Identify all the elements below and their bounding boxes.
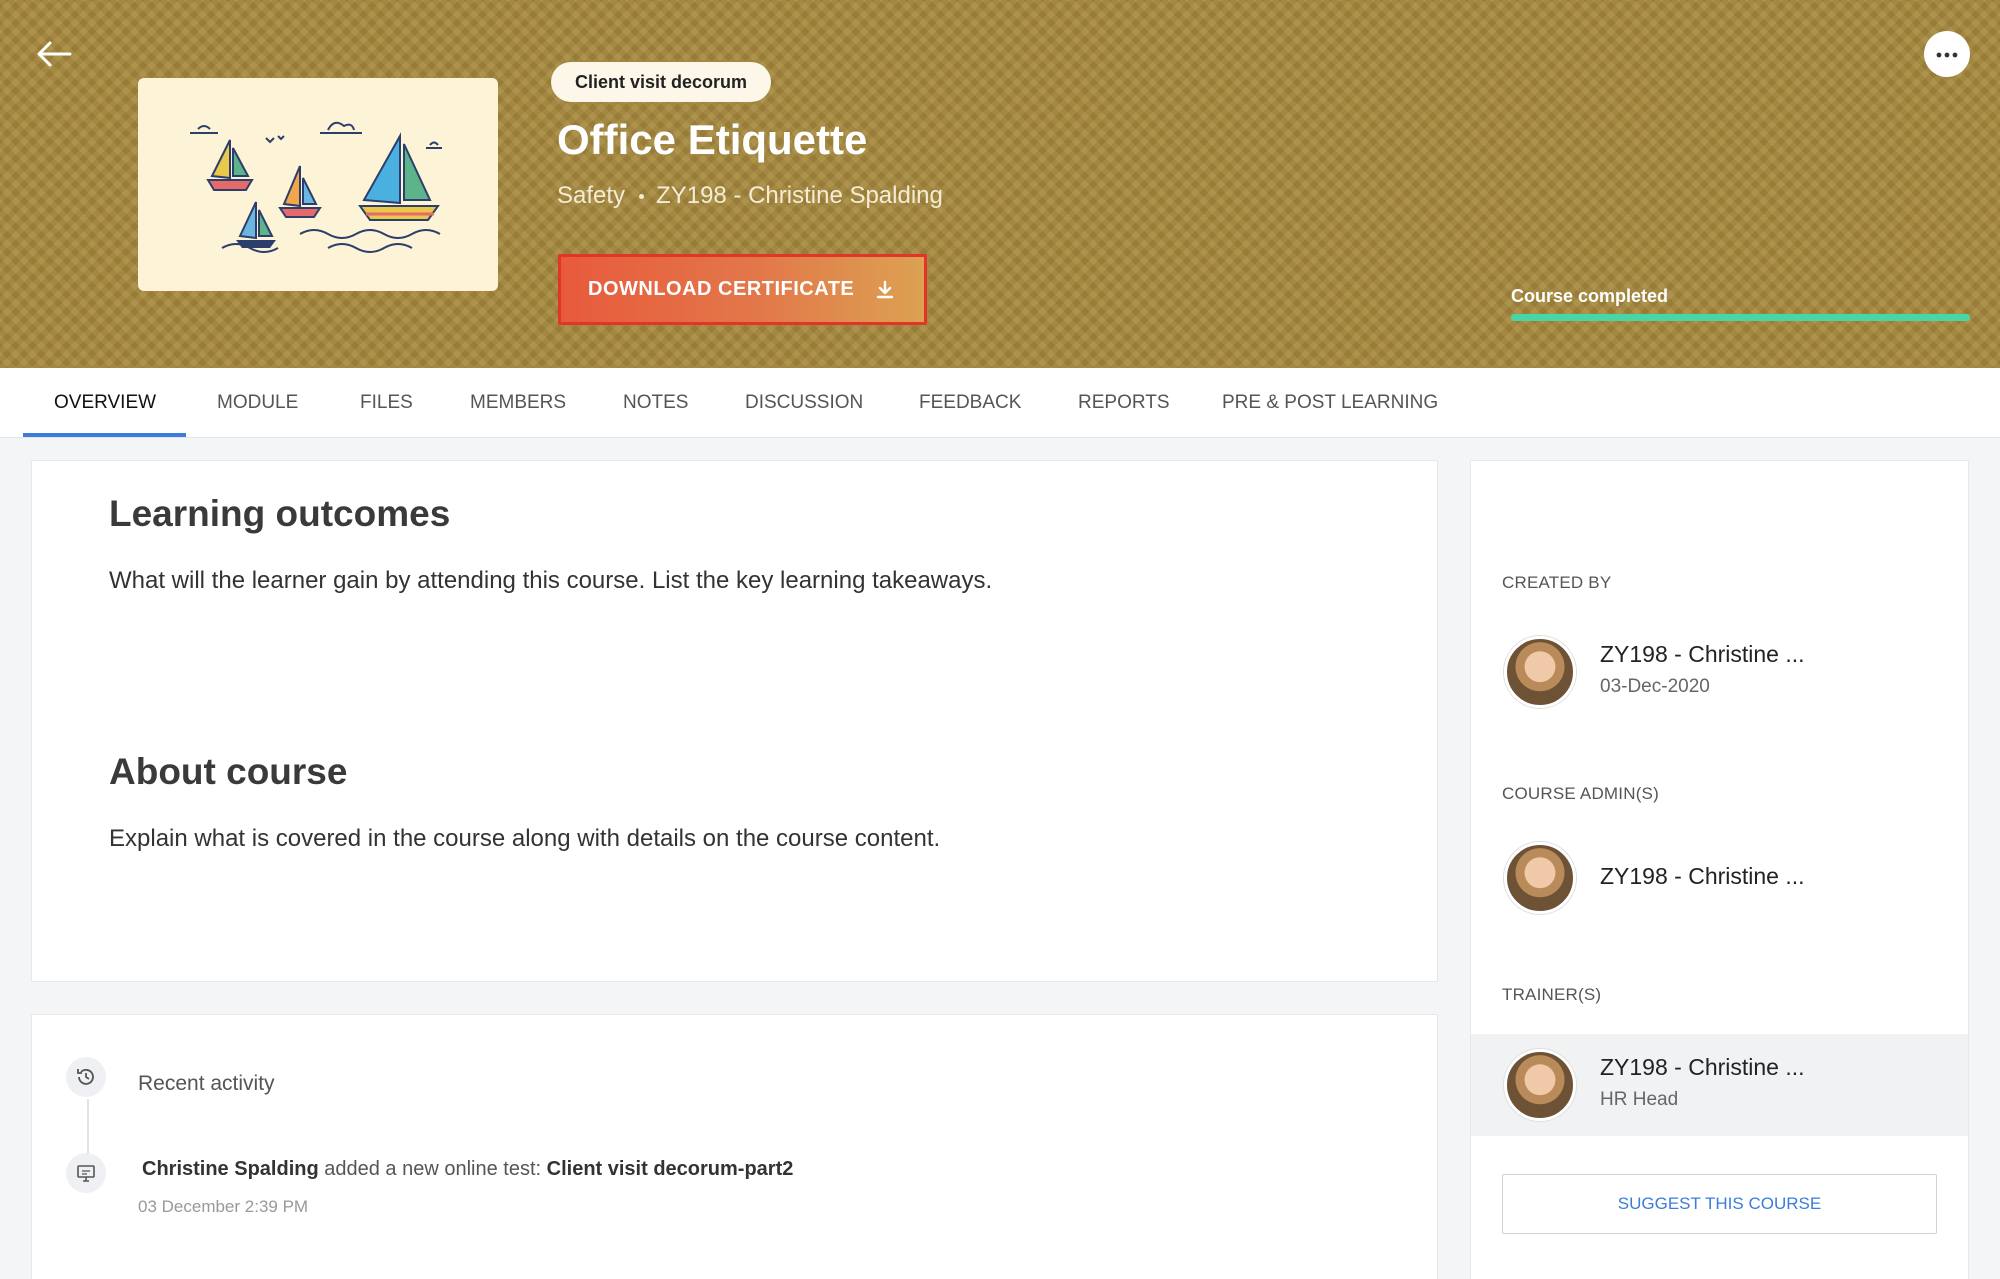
tab-discussion[interactable]: DISCUSSION: [745, 368, 863, 438]
avatar: [1504, 842, 1576, 914]
active-tab-indicator: [23, 433, 186, 437]
admin-name: ZY198 - Christine ...: [1600, 863, 1805, 889]
about-course-text: Explain what is covered in the course al…: [109, 825, 941, 852]
course-title: Office Etiquette: [557, 116, 868, 163]
tab-files[interactable]: FILES: [360, 368, 413, 438]
course-tabs: OVERVIEW MODULE FILES MEMBERS NOTES DISC…: [0, 368, 2000, 438]
back-arrow-icon[interactable]: [34, 38, 74, 70]
course-info-sidebar: CREATED BY ZY198 - Christine ... 03-Dec-…: [1470, 460, 1969, 1279]
online-test-icon: [66, 1153, 106, 1193]
trainer-role: HR Head: [1600, 1089, 1679, 1110]
tab-module[interactable]: MODULE: [217, 368, 298, 438]
trainers-label: TRAINER(S): [1502, 985, 1602, 1004]
about-course-heading: About course: [109, 751, 348, 792]
download-certificate-label: DOWNLOAD CERTIFICATE: [588, 278, 855, 300]
more-options-button[interactable]: [1924, 31, 1970, 77]
tab-overview[interactable]: OVERVIEW: [54, 368, 156, 438]
tab-notes[interactable]: NOTES: [623, 368, 688, 438]
activity-item: Christine Spalding added a new online te…: [142, 1158, 793, 1181]
course-category: Safety: [557, 182, 626, 209]
tab-pre-post-learning[interactable]: PRE & POST LEARNING: [1222, 368, 1438, 438]
avatar: [1504, 636, 1576, 708]
suggest-course-button[interactable]: SUGGEST THIS COURSE: [1502, 1174, 1937, 1234]
creator-name: ZY198 - Christine ...: [1600, 641, 1805, 667]
learning-outcomes-heading: Learning outcomes: [109, 493, 451, 534]
created-date: 03-Dec-2020: [1600, 676, 1710, 697]
activity-actor[interactable]: Christine Spalding: [142, 1158, 319, 1180]
course-header-banner: Client visit decorum Office Etiquette Sa…: [0, 0, 2000, 368]
progress-fill: [1511, 314, 1970, 321]
admin-row[interactable]: ZY198 - Christine ...: [1471, 827, 1968, 929]
tab-feedback[interactable]: FEEDBACK: [919, 368, 1021, 438]
activity-action: added a new online test:: [324, 1158, 542, 1180]
course-admins-label: COURSE ADMIN(S): [1502, 784, 1659, 803]
created-by-label: CREATED BY: [1502, 573, 1612, 592]
history-icon: [66, 1057, 106, 1097]
avatar: [1504, 1049, 1576, 1121]
creator-row[interactable]: ZY198 - Christine ... 03-Dec-2020: [1471, 621, 1968, 723]
more-dots-icon: [1936, 45, 1958, 63]
separator-dot: [639, 193, 645, 199]
recent-activity-title: Recent activity: [138, 1072, 275, 1095]
learning-outcomes-text: What will the learner gain by attending …: [109, 567, 993, 594]
download-icon: [876, 280, 894, 300]
activity-timeline-line: [87, 1099, 89, 1159]
trainer-name: ZY198 - Christine ...: [1600, 1054, 1805, 1080]
progress-label: Course completed: [1511, 286, 1669, 306]
download-certificate-button[interactable]: DOWNLOAD CERTIFICATE: [558, 254, 927, 325]
course-tag-chip: Client visit decorum: [551, 62, 772, 102]
progress-bar: [1511, 314, 1970, 321]
activity-target[interactable]: Client visit decorum-part2: [547, 1158, 794, 1180]
trainer-row[interactable]: ZY198 - Christine ... HR Head: [1471, 1034, 1968, 1136]
overview-card: Learning outcomes What will the learner …: [31, 460, 1438, 982]
recent-activity-card: Recent activity Christine Spalding added…: [31, 1014, 1438, 1279]
course-owner: ZY198 - Christine Spalding: [656, 182, 943, 209]
tab-reports[interactable]: REPORTS: [1078, 368, 1170, 438]
course-subtitle: Safety ZY198 - Christine Spalding: [557, 182, 943, 210]
course-thumbnail: [138, 78, 498, 291]
activity-timestamp: 03 December 2:39 PM: [138, 1197, 309, 1216]
tab-members[interactable]: MEMBERS: [470, 368, 566, 438]
